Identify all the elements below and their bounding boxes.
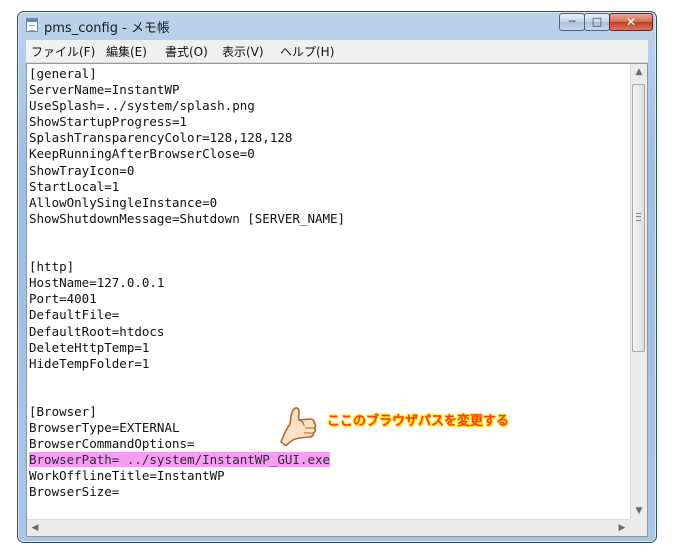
text-line[interactable]: HostName=127.0.0.1 [28, 275, 631, 291]
scroll-left-arrow-icon[interactable]: ◀ [27, 520, 43, 537]
text-line[interactable]: BrowserCommandOptions= [28, 436, 631, 452]
text-line[interactable]: DefaultFile= [28, 307, 631, 323]
text-line-content: DeleteHttpTemp=1 [29, 339, 150, 355]
text-line-content: ServerName=InstantWP [29, 82, 180, 98]
scrollbar-corner [630, 519, 647, 536]
notepad-window: pms_config - メモ帳 ─ □ ✕ ファイル(F) 編集(E) 書式(… [17, 11, 657, 543]
text-line-content: KeepRunningAfterBrowserClose=0 [29, 146, 255, 162]
text-line-content: UseSplash=../system/splash.png [29, 98, 255, 114]
text-line[interactable]: Port=4001 [28, 291, 631, 307]
text-line-content: [http] [29, 259, 75, 275]
text-content[interactable]: [general] ServerName=InstantWP UseSplash=.… [28, 66, 631, 520]
text-line[interactable]: KeepRunningAfterBrowserClose=0 [28, 146, 631, 162]
text-line-content: ShowTrayIcon=0 [29, 162, 135, 178]
notepad-app-icon[interactable] [26, 18, 38, 32]
scroll-down-arrow-icon[interactable]: ▼ [631, 503, 647, 520]
text-editor[interactable]: [general] ServerName=InstantWP UseSplash=.… [26, 63, 648, 537]
text-line[interactable]: ShowShutdownMessage=Shutdown [SERVER_NAM… [28, 211, 631, 227]
text-line[interactable]: HideTempFolder=1 [28, 356, 631, 372]
text-line[interactable]: SplashTransparencyColor=128,128,128 [28, 130, 631, 146]
text-line[interactable]: [general] [28, 66, 631, 82]
text-line-content: SplashTransparencyColor=128,128,128 [29, 130, 293, 146]
horizontal-scrollbar[interactable]: ◀ ▶ [27, 519, 630, 536]
menu-bar: ファイル(F) 編集(E) 書式(O) 表示(V) ヘルプ(H) [26, 40, 648, 63]
menu-help[interactable]: ヘルプ(H) [280, 43, 334, 60]
text-line-content: [general] [29, 66, 97, 81]
vertical-scrollbar[interactable]: ▲ ▼ [630, 64, 647, 520]
text-line[interactable] [28, 372, 631, 388]
text-line[interactable]: BrowserPath= ../system/InstantWP_GUI.exe [28, 452, 631, 468]
text-line[interactable]: StartLocal=1 [28, 179, 631, 195]
annotation-label: ここのブラウザパスを変更する [327, 414, 510, 429]
menu-file[interactable]: ファイル(F) [31, 43, 95, 60]
text-line-content: [Browser] [29, 403, 97, 419]
text-line-content: HostName=127.0.0.1 [29, 275, 165, 291]
minimize-button[interactable]: ─ [559, 13, 585, 31]
text-line[interactable]: UseSplash=../system/splash.png [28, 98, 631, 114]
title-bar[interactable]: pms_config - メモ帳 ─ □ ✕ [18, 12, 656, 38]
text-line[interactable]: DefaultRoot=htdocs [28, 324, 631, 340]
text-line-content: BrowserPath= ../system/InstantWP_GUI.exe [29, 452, 331, 468]
text-line-content: WorkOfflineTitle=InstantWP [29, 468, 225, 484]
text-line[interactable]: [http] [28, 259, 631, 275]
text-line-content: BrowserCommandOptions= [29, 436, 195, 452]
text-line-content: StartLocal=1 [29, 178, 120, 194]
maximize-button[interactable]: □ [584, 13, 610, 31]
text-line[interactable] [28, 388, 631, 404]
menu-edit[interactable]: 編集(E) [106, 43, 147, 60]
text-line-content: Port=4001 [29, 291, 97, 307]
text-line[interactable]: ShowStartupProgress=1 [28, 114, 631, 130]
text-line-content: BrowserSize= [29, 484, 120, 500]
close-button[interactable]: ✕ [609, 13, 653, 31]
pointing-hand-icon [280, 407, 317, 446]
text-line[interactable]: WorkOfflineTitle=InstantWP [28, 468, 631, 484]
window-title: pms_config - メモ帳 [44, 21, 170, 36]
vertical-scroll-thumb[interactable] [632, 84, 645, 352]
text-line-content: BrowserType=EXTERNAL [29, 420, 180, 436]
text-line-content: DefaultFile= [29, 307, 120, 323]
text-line-content: ShowStartupProgress=1 [29, 114, 188, 130]
text-line[interactable]: ShowTrayIcon=0 [28, 163, 631, 179]
scroll-up-arrow-icon[interactable]: ▲ [631, 64, 647, 81]
text-line[interactable]: DeleteHttpTemp=1 [28, 340, 631, 356]
text-line-content: HideTempFolder=1 [29, 355, 150, 371]
text-line[interactable]: BrowserSize= [28, 484, 631, 500]
text-line[interactable] [28, 243, 631, 259]
menu-format[interactable]: 書式(O) [165, 43, 208, 60]
text-line[interactable]: AllowOnlySingleInstance=0 [28, 195, 631, 211]
text-line[interactable]: ServerName=InstantWP [28, 82, 631, 98]
text-line[interactable] [28, 227, 631, 243]
grip-icon [636, 213, 641, 221]
menu-view[interactable]: 表示(V) [222, 43, 264, 60]
text-line-content: DefaultRoot=htdocs [29, 323, 165, 339]
text-line-content: AllowOnlySingleInstance=0 [29, 194, 218, 210]
scroll-right-arrow-icon[interactable]: ▶ [614, 520, 630, 537]
text-line-content: ShowShutdownMessage=Shutdown [SERVER_NAM… [29, 210, 346, 226]
